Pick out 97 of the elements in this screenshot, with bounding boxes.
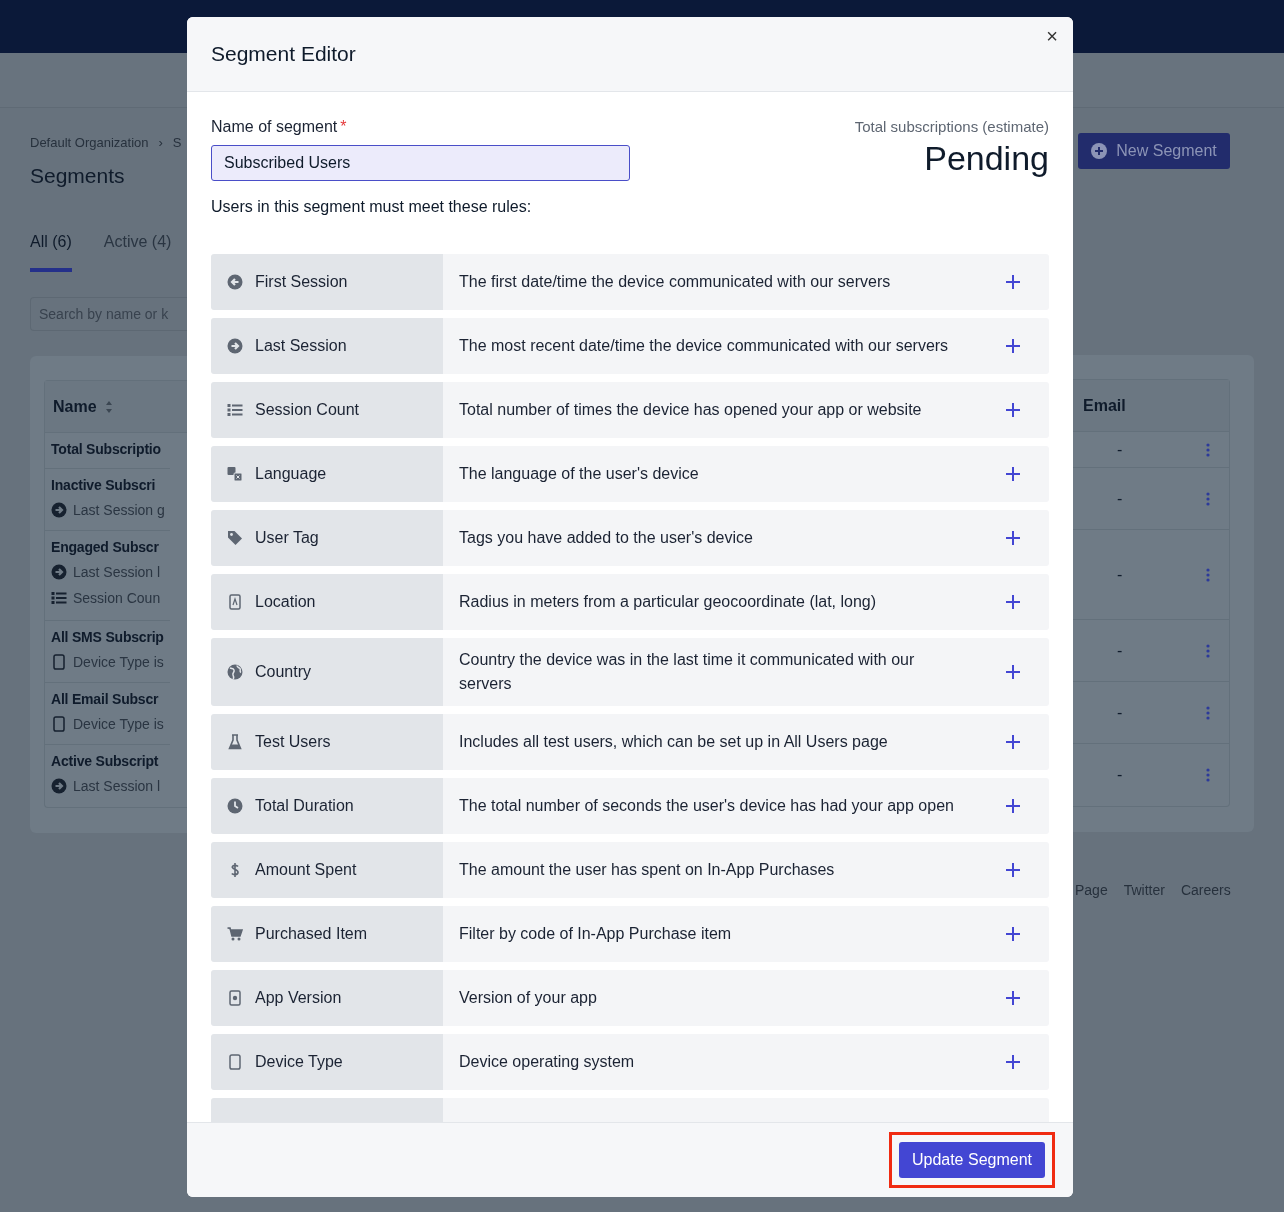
segment-condition: Device Type is: [73, 654, 164, 670]
required-mark: *: [340, 118, 347, 135]
arrow-right-circle-icon: [51, 778, 67, 794]
rule-name: Purchased Item: [255, 925, 368, 943]
rule-description: Includes all test users, which can be set up in All Users page: [459, 732, 889, 752]
email-count: -: [1117, 641, 1123, 660]
translate-icon: [227, 466, 243, 482]
rule-description: The first date/time the device communicated with our servers: [459, 272, 892, 292]
add-icon[interactable]: [1005, 338, 1021, 354]
rule-description: Tags you have added to the user's device: [459, 528, 754, 548]
rule-name: Session Count: [255, 401, 360, 419]
rule-name: Amount Spent: [255, 861, 357, 879]
clock-icon: [227, 798, 243, 814]
estimate-label: Total subscriptions (estimate): [854, 118, 1049, 135]
rule-name: First Session: [255, 273, 348, 291]
breadcrumb-separator: ›: [158, 135, 163, 151]
add-icon[interactable]: [1005, 926, 1021, 942]
rule-description: The amount the user has spent on In-App Purchases: [459, 860, 836, 880]
rule-description: Radius in meters from a particular geocoordinate (lat, long): [459, 592, 878, 612]
arrow-left-circle-icon: [227, 274, 243, 290]
add-icon[interactable]: [1005, 664, 1021, 680]
column-header[interactable]: Name: [53, 397, 97, 416]
footer-link[interactable]: Page: [1075, 882, 1108, 898]
segment-name[interactable]: All Email Subscr: [51, 691, 170, 711]
email-count: -: [1117, 703, 1123, 722]
page-title: Segments: [30, 163, 126, 189]
segment-name[interactable]: Engaged Subscr: [51, 539, 170, 559]
tab[interactable]: All (6): [30, 233, 72, 272]
cart-icon: [227, 926, 243, 942]
add-icon[interactable]: [1005, 274, 1021, 290]
phone-icon: [51, 716, 67, 732]
rule-name: Country: [255, 663, 312, 681]
rule-description: Total number of times the device has opened your app or website: [459, 400, 923, 420]
email-count: -: [1117, 766, 1123, 784]
rule-description: The language of the user's device: [459, 464, 700, 484]
rule-description: Version of your app: [459, 988, 598, 1008]
tab[interactable]: Active (4): [103, 233, 172, 272]
segment-condition: Session Coun: [73, 590, 161, 606]
rule-description: Filter by code of In-App Purchase item: [459, 924, 733, 944]
rule-name: Last Session: [255, 337, 347, 355]
breadcrumb-item[interactable]: S: [172, 135, 182, 151]
breadcrumb-item[interactable]: Default Organization: [30, 135, 149, 151]
update-segment-button[interactable]: Update Segment: [898, 1142, 1045, 1178]
phone-icon: [227, 1054, 243, 1070]
segment-condition: Device Type is: [73, 716, 164, 732]
rule-name: Test Users: [255, 733, 331, 751]
modal-title: Segment Editor: [211, 42, 356, 66]
segment-name[interactable]: Total Subscriptio: [51, 441, 170, 461]
add-icon[interactable]: [1005, 862, 1021, 878]
add-icon[interactable]: [1005, 1054, 1021, 1070]
rule-description: The most recent date/time the device communicated with our servers: [459, 336, 950, 356]
tag-icon: [227, 530, 243, 546]
phone-icon: [227, 594, 243, 610]
rule-description: The total number of seconds the user's device has had your app open: [459, 796, 955, 816]
list-icon: [51, 590, 67, 606]
footer-link[interactable]: Twitter: [1123, 882, 1165, 898]
rule-description: Device operating system: [459, 1052, 636, 1072]
add-icon[interactable]: [1005, 990, 1021, 1006]
segment-name-field[interactable]: Subscribed Users: [211, 145, 630, 181]
arrow-right-circle-icon: [51, 502, 67, 518]
segment-name[interactable]: Active Subscript: [51, 753, 170, 773]
estimate-value: Pending: [923, 139, 1049, 178]
add-icon[interactable]: [1005, 466, 1021, 482]
add-icon[interactable]: [1005, 530, 1021, 546]
add-icon[interactable]: [1005, 402, 1021, 418]
rule-name: Language: [255, 465, 327, 483]
segment-name[interactable]: All SMS Subscrip: [51, 629, 170, 649]
rule-name: App Version: [255, 989, 342, 1007]
rule-name: Location: [255, 593, 316, 611]
list-icon: [227, 402, 243, 418]
segment-condition: Last Session l: [73, 564, 161, 580]
rule-description: Country the device was in the last time it communicated with our servers: [459, 650, 916, 694]
email-count: -: [1117, 440, 1123, 459]
phone-icon: [51, 654, 67, 670]
flask-icon: [227, 734, 243, 750]
add-icon[interactable]: [1005, 798, 1021, 814]
arrow-right-circle-icon: [227, 338, 243, 354]
segment-condition: Last Session g: [73, 502, 165, 518]
rule-name: User Tag: [255, 529, 319, 547]
column-header[interactable]: Email: [1083, 396, 1126, 415]
new-segment-button[interactable]: New Segment: [1078, 133, 1230, 169]
phone-gear-icon: [227, 990, 243, 1006]
rule-name: Device Type: [255, 1053, 343, 1071]
footer-link[interactable]: Careers: [1180, 882, 1231, 898]
plus-circle-icon: [1091, 143, 1108, 159]
email-count: -: [1117, 489, 1123, 508]
rules-intro: Users in this segment must meet these rules:: [211, 198, 533, 216]
add-icon[interactable]: [1005, 734, 1021, 750]
field-label: Name of segment: [211, 118, 338, 135]
arrow-right-circle-icon: [51, 564, 67, 580]
globe-icon: [227, 664, 243, 680]
email-count: -: [1117, 565, 1123, 584]
segment-name[interactable]: Inactive Subscri: [51, 477, 170, 497]
rule-name: Total Duration: [255, 797, 354, 815]
add-icon[interactable]: [1005, 594, 1021, 610]
segment-condition: Last Session l: [73, 778, 161, 794]
close-button[interactable]: ×: [1043, 25, 1061, 48]
